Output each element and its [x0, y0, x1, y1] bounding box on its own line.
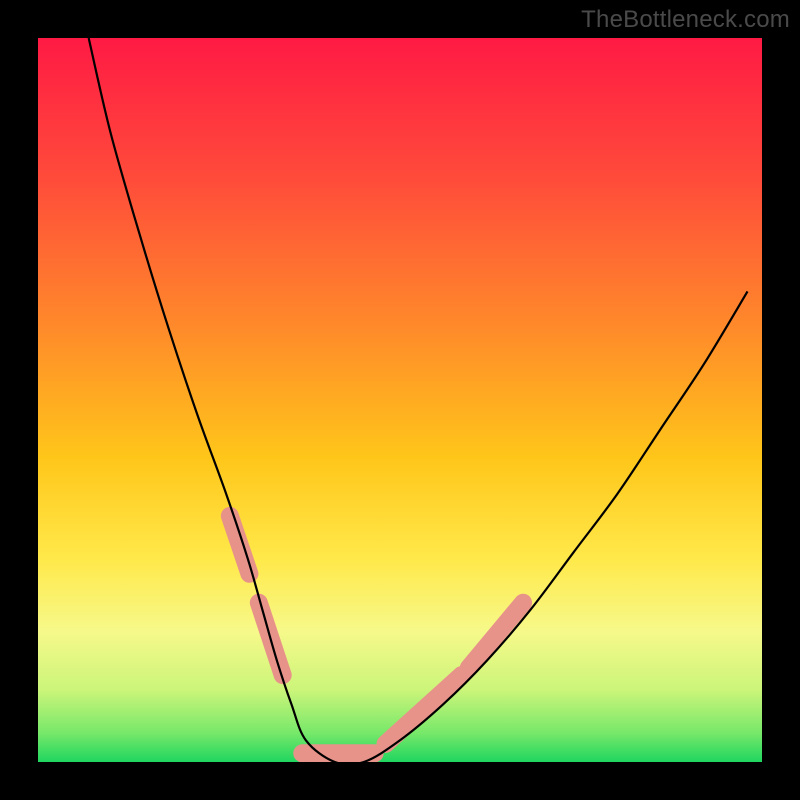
gradient-background — [38, 38, 762, 762]
plot-area — [38, 38, 762, 762]
chart-svg — [38, 38, 762, 762]
watermark-text: TheBottleneck.com — [581, 6, 790, 34]
chart-frame: TheBottleneck.com — [0, 0, 800, 800]
